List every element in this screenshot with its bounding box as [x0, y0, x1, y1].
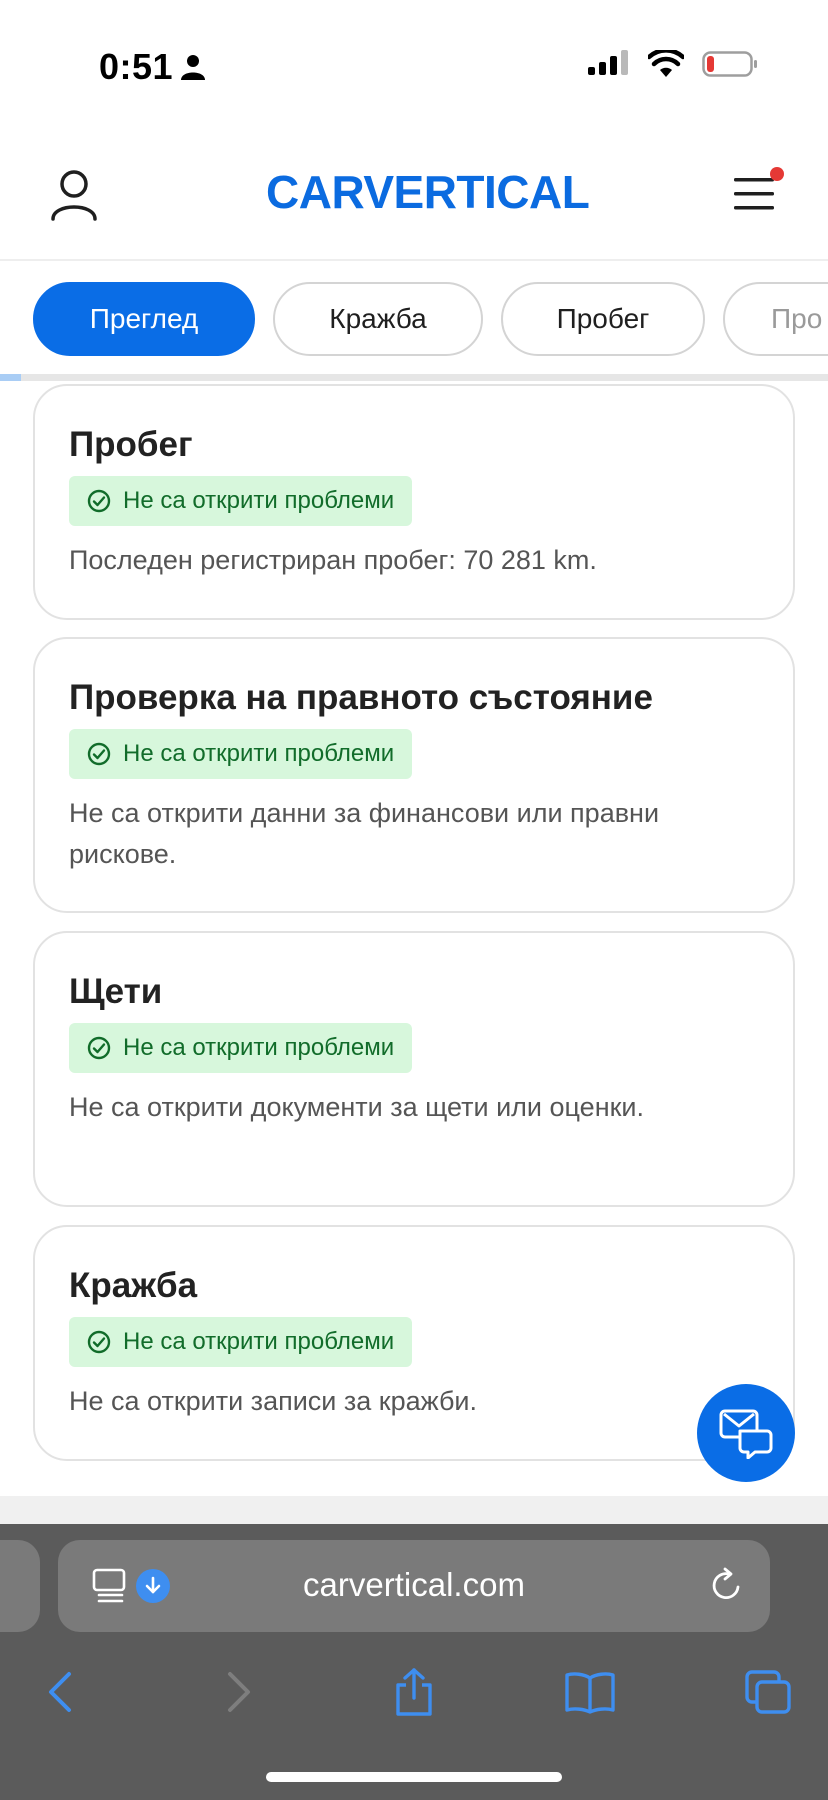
card-text: Не са открити документи за щети или оцен… — [69, 1092, 645, 1122]
status-badge: Не са открити проблеми — [69, 729, 413, 779]
section-tabs: Преглед Кражба Пробег Про — [0, 261, 828, 381]
url-text[interactable]: carvertical.com — [58, 1566, 770, 1604]
tabs-scroll-progress — [0, 374, 828, 381]
check-circle-icon — [87, 742, 111, 766]
share-button[interactable] — [384, 1662, 444, 1722]
check-circle-icon — [87, 1036, 111, 1060]
card-title: Проверка на правното състояние — [69, 678, 653, 717]
cellular-icon — [588, 50, 628, 75]
card-text: Последен регистриран пробег: 70 281 km. — [69, 545, 597, 575]
tabs-icon — [745, 1670, 791, 1714]
status-bar: 0:51 — [0, 0, 828, 135]
home-indicator[interactable] — [266, 1772, 562, 1782]
check-circle-icon — [87, 489, 111, 513]
status-badge: Не са открити проблеми — [69, 1023, 413, 1073]
status-time-group: 0:51 — [99, 46, 206, 88]
site-header: CARVERTICAL — [0, 135, 828, 261]
tab-partial[interactable]: Про — [723, 282, 828, 356]
back-button[interactable] — [30, 1662, 90, 1722]
tabs-scroll-progress-fill — [0, 374, 21, 381]
chat-icon — [719, 1409, 773, 1459]
card-text: Не са открити записи за кражби. — [69, 1386, 478, 1416]
check-circle-icon — [87, 1330, 111, 1354]
account-button[interactable] — [50, 169, 98, 221]
person-icon — [181, 55, 206, 80]
status-badge: Не са открити проблеми — [69, 1317, 413, 1367]
battery-low-icon — [702, 51, 757, 77]
status-badge: Не са открити проблеми — [69, 476, 413, 526]
carvertical-logo[interactable]: CARVERTICAL — [266, 165, 590, 219]
card-title: Щети — [69, 972, 163, 1011]
bookmarks-button[interactable] — [560, 1662, 620, 1722]
tab-overview[interactable]: Преглед — [33, 282, 255, 356]
browser-nav-toolbar — [0, 1654, 828, 1734]
status-time: 0:51 — [99, 46, 174, 87]
browser-toolbar: carvertical.com — [0, 1524, 828, 1800]
bookmarks-icon — [565, 1672, 615, 1714]
status-icons — [588, 50, 758, 78]
wifi-icon — [648, 50, 684, 77]
reload-icon[interactable] — [708, 1566, 744, 1604]
card-mileage: Пробег Не са открити проблеми Последен р… — [33, 384, 795, 620]
user-icon — [51, 170, 97, 221]
back-icon — [49, 1672, 71, 1712]
page-footer-strip — [0, 1496, 828, 1524]
menu-button[interactable] — [732, 167, 784, 215]
forward-icon — [228, 1672, 250, 1712]
chat-button[interactable] — [697, 1384, 795, 1482]
previous-tab-stub[interactable] — [0, 1540, 40, 1632]
forward-button[interactable] — [209, 1662, 269, 1722]
card-title: Пробег — [69, 425, 193, 464]
tab-theft[interactable]: Кражба — [273, 282, 483, 356]
address-bar[interactable]: carvertical.com — [58, 1540, 770, 1632]
card-legal-status: Проверка на правното състояние Не са отк… — [33, 637, 795, 913]
card-theft: Кражба Не са открити проблеми Не са откр… — [33, 1225, 795, 1461]
card-title: Кражба — [69, 1266, 198, 1305]
notification-dot — [770, 167, 784, 181]
tabs-button[interactable] — [738, 1662, 798, 1722]
status-badge-label: Не са открити проблеми — [123, 740, 395, 767]
status-badge-label: Не са открити проблеми — [123, 487, 395, 514]
card-text: Не са открити данни за финансови или пра… — [69, 798, 660, 869]
status-badge-label: Не са открити проблеми — [123, 1034, 395, 1061]
share-icon — [396, 1668, 432, 1716]
status-badge-label: Не са открити проблеми — [123, 1328, 395, 1355]
tab-mileage[interactable]: Пробег — [501, 282, 705, 356]
hamburger-menu-icon — [734, 178, 774, 210]
card-damages: Щети Не са открити проблеми Не са открит… — [33, 931, 795, 1207]
